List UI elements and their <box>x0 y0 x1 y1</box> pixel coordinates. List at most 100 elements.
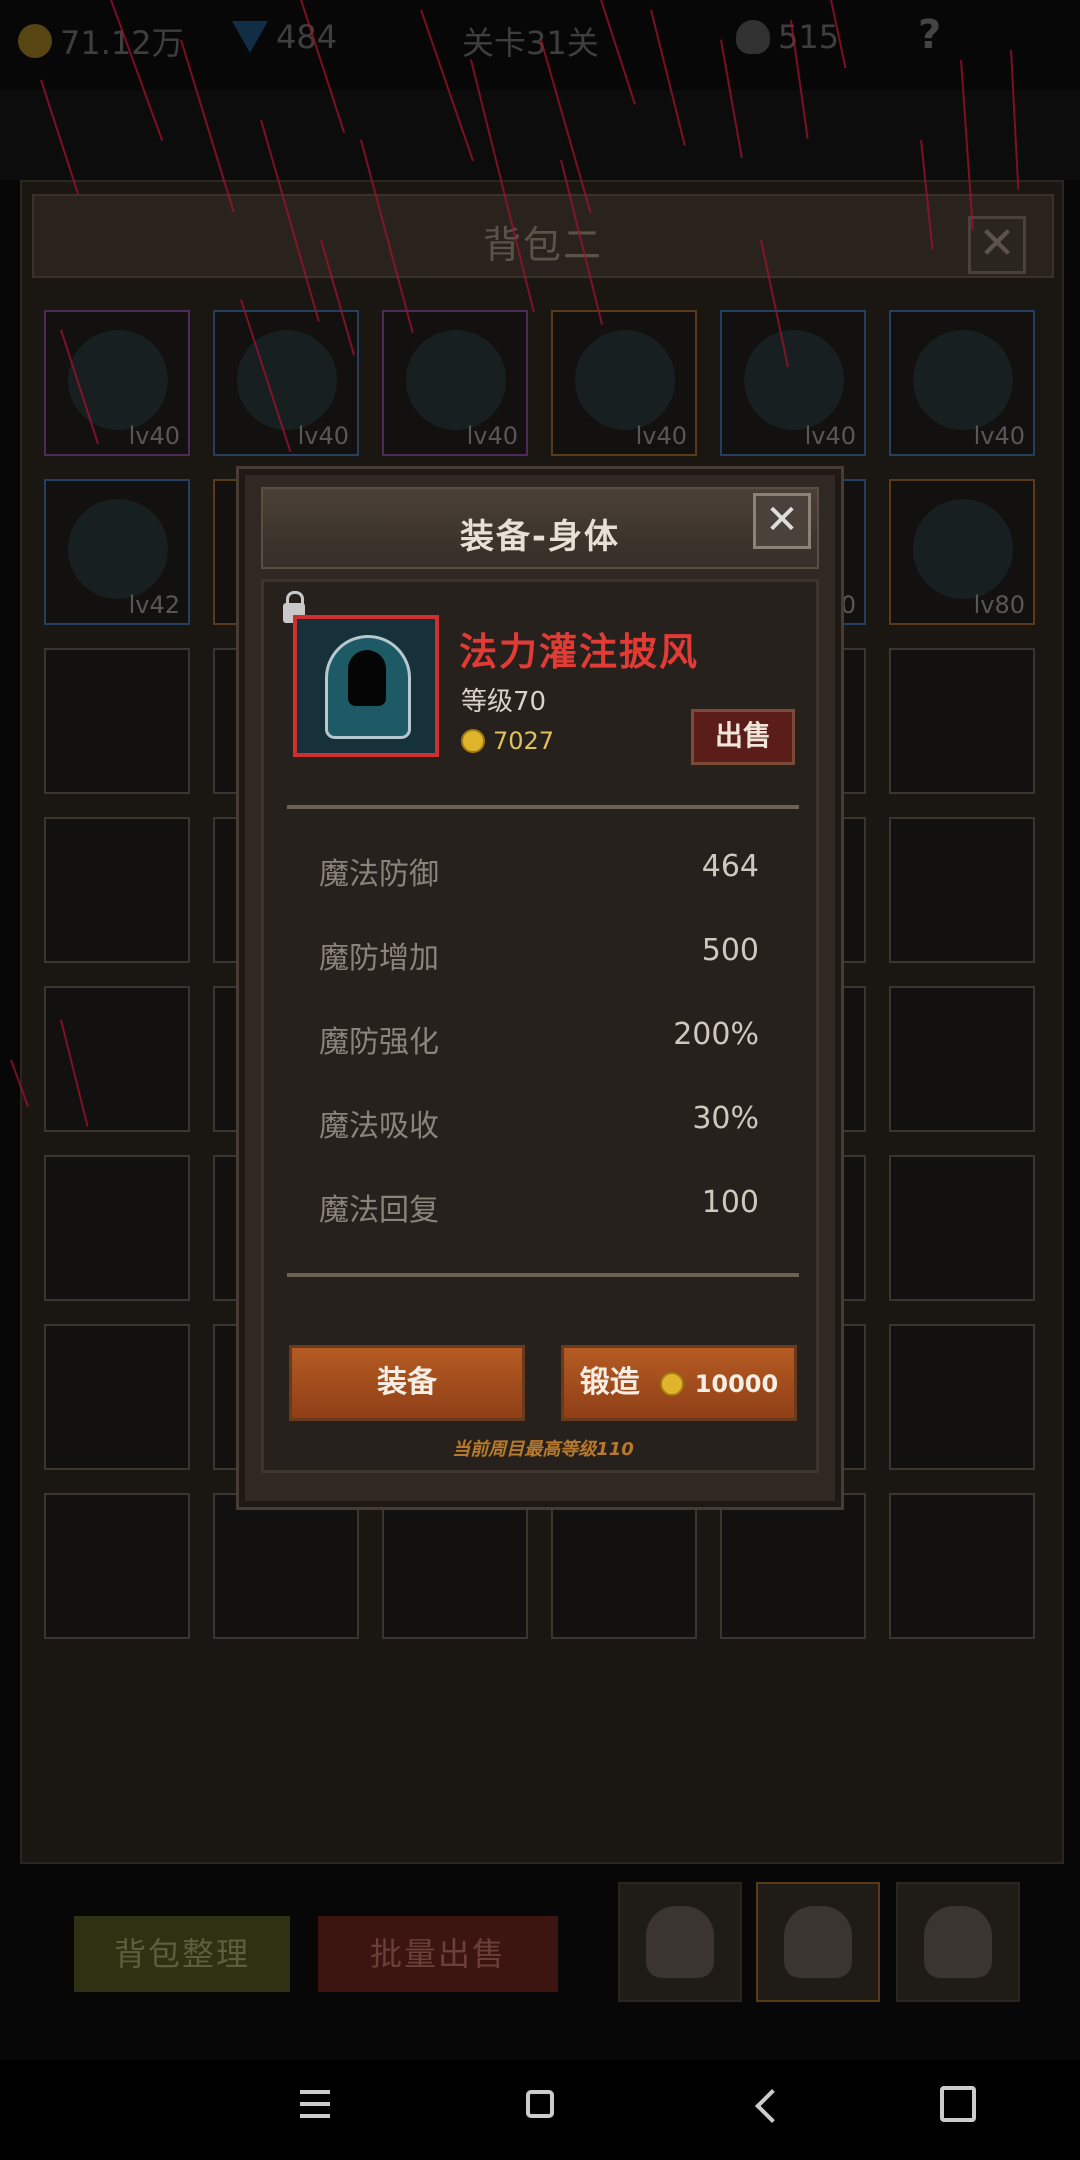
inventory-slot[interactable] <box>889 1324 1035 1470</box>
item-name: 法力灌注披风 <box>459 630 700 674</box>
inventory-slot[interactable]: lv40 <box>889 310 1035 456</box>
inventory-slot[interactable]: lv40 <box>44 310 190 456</box>
equip-button[interactable]: 装备 <box>289 1345 525 1421</box>
stat-name: 魔防强化 <box>319 1025 439 1060</box>
bulk-sell-button[interactable]: 批量出售 <box>318 1916 558 1992</box>
stat-name: 魔法回复 <box>319 1193 439 1228</box>
sell-price-value: 7027 <box>493 727 555 755</box>
inventory-slot[interactable] <box>889 986 1035 1132</box>
gold-counter: 71.12万 <box>18 18 184 64</box>
item-icon-frame <box>293 615 439 757</box>
bag-title: 背包二 <box>482 223 603 267</box>
equipment-icon <box>913 499 1013 599</box>
bag-tab-2[interactable] <box>756 1882 880 2002</box>
item-level: 等级70 <box>461 687 547 717</box>
menu-icon[interactable] <box>300 2090 330 2118</box>
forge-label: 锻造 <box>579 1365 640 1400</box>
hero-bar <box>0 90 1080 180</box>
slot-level: lv40 <box>128 422 180 450</box>
bag-sack-icon <box>784 1906 852 1978</box>
inventory-slot[interactable] <box>44 1493 190 1639</box>
stat-row: 魔法回复 100 <box>319 1185 759 1235</box>
sort-bag-button[interactable]: 背包整理 <box>74 1916 290 1992</box>
skull-icon <box>736 20 770 54</box>
equipment-icon <box>744 330 844 430</box>
cloak-icon <box>325 635 411 739</box>
dialog-header: 装备-身体 <box>261 487 819 569</box>
equipment-icon <box>237 330 337 430</box>
gold-coin-icon <box>461 729 485 753</box>
bag-tab-1[interactable] <box>618 1882 742 2002</box>
inventory-slot[interactable] <box>44 986 190 1132</box>
inventory-slot[interactable] <box>382 1493 528 1639</box>
bag-sack-icon <box>924 1906 992 1978</box>
stat-row: 魔法防御 464 <box>319 849 759 899</box>
inventory-slot[interactable] <box>889 817 1035 963</box>
kill-value: 515 <box>778 18 840 56</box>
gem-counter: 484 <box>232 18 337 56</box>
inventory-slot[interactable] <box>213 1493 359 1639</box>
stat-row: 魔防增加 500 <box>319 933 759 983</box>
back-icon[interactable] <box>755 2089 789 2123</box>
inventory-slot[interactable] <box>44 817 190 963</box>
sell-button[interactable]: 出售 <box>691 709 795 765</box>
slot-level: lv40 <box>297 422 349 450</box>
stat-value: 30% <box>692 1101 759 1136</box>
bag-close-button[interactable]: ✕ <box>968 216 1026 274</box>
stage-value: 关卡31关 <box>462 24 599 62</box>
gem-icon <box>232 21 268 53</box>
navigation-bar <box>0 2060 1080 2160</box>
dialog-close-button[interactable]: ✕ <box>753 493 811 549</box>
equipment-icon <box>913 330 1013 430</box>
equipment-dialog: 装备-身体 ✕ 法力灌注披风 等级70 7027 出售 魔法防御 464 魔防增加 5… <box>236 466 844 1510</box>
inventory-slot[interactable]: lv40 <box>382 310 528 456</box>
slot-level: lv42 <box>128 591 180 619</box>
bag-sack-icon <box>646 1906 714 1978</box>
equipment-icon <box>68 499 168 599</box>
stat-value: 100 <box>701 1185 759 1220</box>
help-icon[interactable]: ? <box>918 15 952 55</box>
bag-header: 背包二 ✕ <box>32 194 1054 278</box>
divider <box>287 805 799 809</box>
forge-cost: 10000 <box>694 1370 779 1398</box>
inventory-slot[interactable]: lv42 <box>44 479 190 625</box>
forge-button[interactable]: 锻造 10000 <box>561 1345 797 1421</box>
inventory-slot[interactable] <box>889 1493 1035 1639</box>
inventory-slot[interactable] <box>889 648 1035 794</box>
inventory-slot[interactable]: lv40 <box>213 310 359 456</box>
inventory-slot[interactable] <box>44 1324 190 1470</box>
gold-value: 71.12万 <box>60 24 184 62</box>
inventory-slot[interactable] <box>551 1493 697 1639</box>
slot-level: lv40 <box>466 422 518 450</box>
stat-value: 464 <box>701 849 759 884</box>
inventory-slot[interactable] <box>889 1155 1035 1301</box>
stage-counter: 关卡31关 <box>462 18 599 64</box>
inventory-slot[interactable] <box>720 1493 866 1639</box>
inventory-slot[interactable] <box>44 648 190 794</box>
equipment-icon <box>406 330 506 430</box>
rotate-icon[interactable] <box>940 2086 976 2122</box>
equipment-icon <box>68 330 168 430</box>
stat-name: 魔法吸收 <box>319 1109 439 1144</box>
stat-row: 魔法吸收 30% <box>319 1101 759 1151</box>
gem-value: 484 <box>276 18 338 56</box>
max-level-note: 当前周目最高等级110 <box>452 1439 634 1460</box>
stat-value: 500 <box>701 933 759 968</box>
inventory-slot[interactable]: lv40 <box>720 310 866 456</box>
stat-name: 魔法防御 <box>319 857 439 892</box>
kill-counter: 515 <box>736 18 839 56</box>
home-icon[interactable] <box>526 2090 554 2118</box>
gold-coin-icon <box>660 1371 685 1396</box>
dialog-title: 装备-身体 <box>459 517 621 557</box>
gold-coin-icon <box>18 24 52 58</box>
inventory-slot[interactable]: lv80 <box>889 479 1035 625</box>
inventory-slot[interactable]: lv40 <box>551 310 697 456</box>
stat-value: 200% <box>673 1017 759 1052</box>
divider <box>287 1273 799 1277</box>
sell-price: 7027 <box>461 727 554 755</box>
equip-label: 装备 <box>377 1365 437 1400</box>
inventory-slot[interactable] <box>44 1155 190 1301</box>
bag-tab-3[interactable] <box>896 1882 1020 2002</box>
slot-level: lv40 <box>973 422 1025 450</box>
equipment-icon <box>575 330 675 430</box>
